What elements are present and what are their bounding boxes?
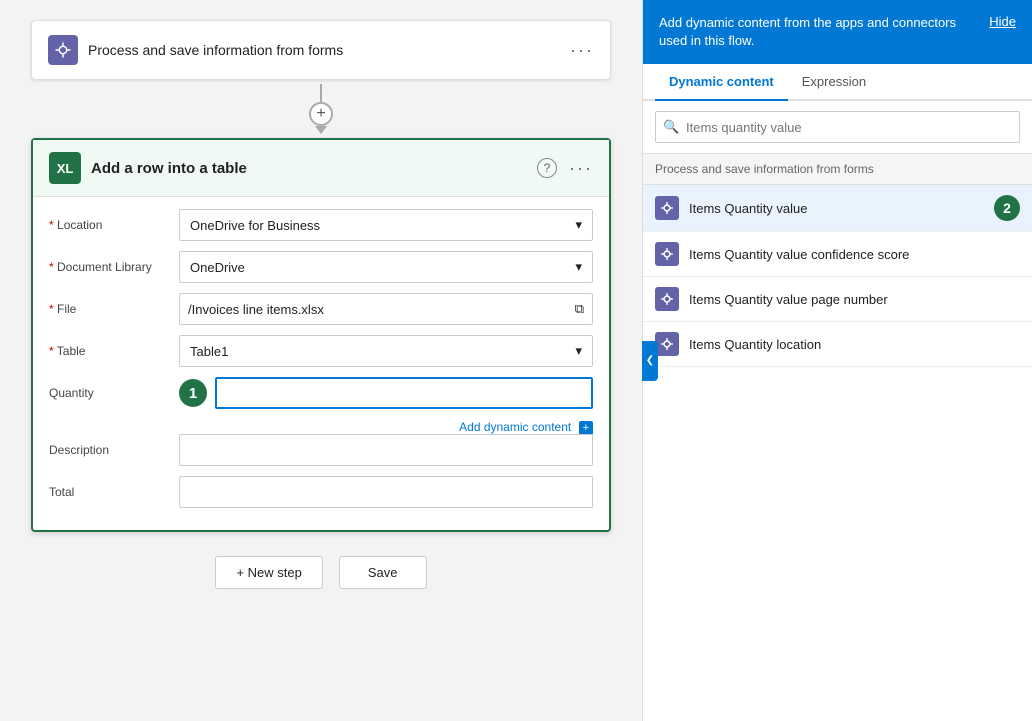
panel-header: Add dynamic content from the apps and co…: [643, 0, 1032, 64]
trigger-icon: [48, 35, 78, 65]
search-icon: 🔍: [663, 119, 679, 135]
quantity-badge: 1: [179, 379, 207, 407]
trigger-title: Process and save information from forms: [88, 42, 343, 58]
quantity-input[interactable]: [215, 377, 593, 409]
action-card: XL Add a row into a table ? ··· Location…: [31, 138, 611, 532]
panel-header-text: Add dynamic content from the apps and co…: [659, 14, 959, 50]
dynamic-item-text-1: Items Quantity value confidence score: [689, 247, 1020, 262]
new-step-button[interactable]: + New step: [215, 556, 322, 589]
dynamic-item-icon-0: [655, 196, 679, 220]
document-library-chevron-icon: ▾: [575, 259, 582, 275]
panel-tabs: Dynamic content Expression: [643, 64, 1032, 101]
table-chevron-icon: ▾: [575, 343, 582, 359]
panel-hide-button[interactable]: Hide: [989, 14, 1016, 29]
description-input[interactable]: [179, 434, 593, 466]
file-field-row: File /Invoices line items.xlsx ⧉: [49, 293, 593, 325]
panel-collapse-button[interactable]: ❮: [642, 341, 658, 381]
dynamic-item-badge-0: 2: [994, 195, 1020, 221]
quantity-field-row: Quantity 1: [49, 377, 593, 409]
location-chevron-icon: ▾: [575, 217, 582, 233]
save-button[interactable]: Save: [339, 556, 427, 589]
trigger-menu-button[interactable]: ···: [570, 40, 594, 61]
dynamic-plus-icon: +: [579, 421, 593, 435]
dynamic-item[interactable]: Items Quantity location: [643, 322, 1032, 367]
dynamic-item[interactable]: Items Quantity value page number: [643, 277, 1032, 322]
tab-dynamic-content[interactable]: Dynamic content: [655, 64, 788, 101]
location-select[interactable]: OneDrive for Business ▾: [179, 209, 593, 241]
dynamic-item[interactable]: Items Quantity value confidence score: [643, 232, 1032, 277]
document-library-field-row: Document Library OneDrive ▾: [49, 251, 593, 283]
action-card-body: Location OneDrive for Business ▾ Documen…: [33, 197, 609, 530]
total-field-row: Total: [49, 476, 593, 508]
excel-icon: XL: [49, 152, 81, 184]
dynamic-item-icon-1: [655, 242, 679, 266]
dynamic-item-text-2: Items Quantity value page number: [689, 292, 1020, 307]
trigger-card: Process and save information from forms …: [31, 20, 611, 80]
document-library-select[interactable]: OneDrive ▾: [179, 251, 593, 283]
description-field-row: Description: [49, 434, 593, 466]
file-label: File: [49, 302, 179, 316]
panel-search-wrapper: 🔍: [643, 101, 1032, 154]
file-input[interactable]: /Invoices line items.xlsx ⧉: [179, 293, 593, 325]
quantity-label: Quantity: [49, 386, 179, 400]
table-label: Table: [49, 344, 179, 358]
document-library-label: Document Library: [49, 260, 179, 274]
total-label: Total: [49, 485, 179, 499]
table-field-row: Table Table1 ▾: [49, 335, 593, 367]
panel-section-label: Process and save information from forms: [643, 154, 1032, 185]
bottom-buttons: + New step Save: [31, 556, 611, 589]
action-title: Add a row into a table: [91, 160, 247, 177]
help-button[interactable]: ?: [537, 158, 557, 178]
dynamic-item-icon-2: [655, 287, 679, 311]
action-menu-button[interactable]: ···: [569, 158, 593, 179]
add-dynamic-content-link[interactable]: Add dynamic content +: [459, 420, 593, 434]
add-step-button[interactable]: +: [309, 102, 333, 126]
dynamic-item-text-0: Items Quantity value: [689, 201, 984, 216]
step-connector: +: [309, 84, 333, 134]
total-input[interactable]: [179, 476, 593, 508]
dynamic-item[interactable]: Items Quantity value 2: [643, 185, 1032, 232]
table-select[interactable]: Table1 ▾: [179, 335, 593, 367]
location-field-row: Location OneDrive for Business ▾: [49, 209, 593, 241]
action-card-header: XL Add a row into a table ? ···: [33, 140, 609, 197]
add-dynamic-content-row: Add dynamic content +: [49, 419, 593, 434]
description-label: Description: [49, 443, 179, 457]
file-picker-icon[interactable]: ⧉: [575, 301, 584, 317]
right-panel: Add dynamic content from the apps and co…: [642, 0, 1032, 721]
dynamic-content-search[interactable]: [655, 111, 1020, 143]
dynamic-item-icon-3: [655, 332, 679, 356]
location-label: Location: [49, 218, 179, 232]
tab-expression[interactable]: Expression: [788, 64, 880, 101]
dynamic-item-text-3: Items Quantity location: [689, 337, 1020, 352]
